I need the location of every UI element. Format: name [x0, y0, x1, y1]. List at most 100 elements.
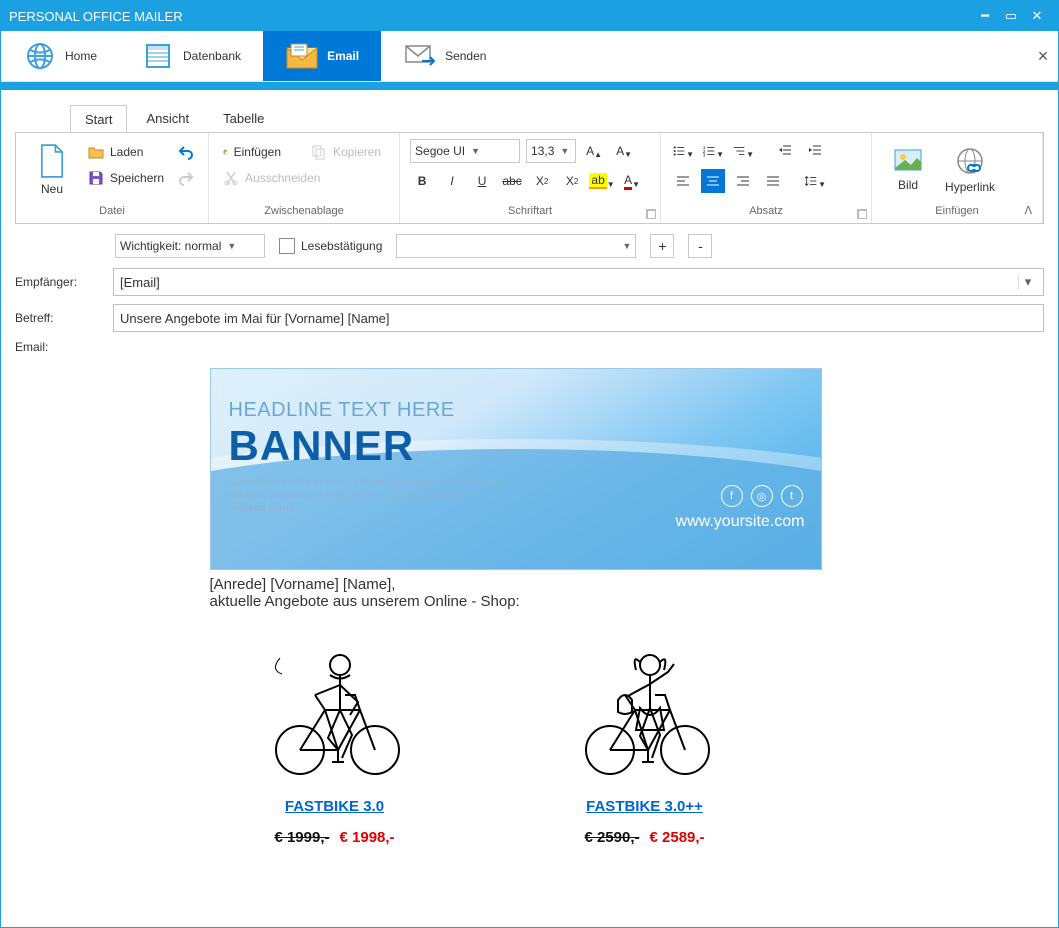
tab-start[interactable]: Start: [70, 105, 127, 133]
hyperlink-button[interactable]: Hyperlink: [944, 139, 996, 201]
underline-button[interactable]: U: [470, 169, 494, 193]
menu-email[interactable]: Email: [263, 31, 381, 81]
italic-button[interactable]: I: [440, 169, 464, 193]
maximize-button[interactable]: ▭: [998, 8, 1024, 24]
ribbon-collapse-button[interactable]: ᐱ: [1024, 204, 1032, 217]
price-old: € 1999,-: [274, 829, 329, 846]
price-old: € 2590,-: [584, 829, 639, 846]
ribbon: Neu Laden Speichern Datei Einfügen: [15, 132, 1044, 224]
superscript-button[interactable]: X2: [560, 169, 584, 193]
send-mail-icon: [403, 39, 437, 73]
redo-button[interactable]: [174, 165, 198, 191]
kopieren-button[interactable]: Kopieren: [307, 139, 385, 165]
attachment-add-button[interactable]: +: [650, 234, 674, 258]
group-caption-datei: Datei: [26, 201, 198, 221]
email-body-editor[interactable]: HEADLINE TEXT HERE BANNER Lorem ipsum do…: [15, 358, 1044, 913]
twitter-icon: t: [781, 485, 803, 507]
outdent-button[interactable]: [773, 139, 797, 163]
group-caption-schriftart: Schriftart: [410, 201, 650, 221]
shrink-font-button[interactable]: A▼: [612, 139, 636, 163]
recipient-label: Empfänger:: [15, 275, 113, 289]
justify-button[interactable]: [761, 169, 785, 193]
folder-open-icon: [88, 144, 104, 160]
intro-text: aktuelle Angebote aus unserem Online - S…: [210, 593, 850, 610]
main-menu: Home Datenbank Email Senden ×: [1, 31, 1058, 82]
font-size-select[interactable]: 13,3▼: [526, 139, 576, 163]
titlebar: PERSONAL OFFICE MAILER ━ ▭ ✕: [1, 1, 1058, 31]
group-caption-einfuegen: Einfügen: [882, 201, 1032, 221]
tab-ansicht[interactable]: Ansicht: [131, 104, 204, 132]
tab-tabelle[interactable]: Tabelle: [208, 104, 279, 132]
price-new: € 1998,-: [340, 829, 395, 846]
menu-datenbank[interactable]: Datenbank: [119, 31, 263, 81]
bold-button[interactable]: B: [410, 169, 434, 193]
app-window: PERSONAL OFFICE MAILER ━ ▭ ✕ Home Datenb…: [0, 0, 1059, 928]
indent-button[interactable]: [803, 139, 827, 163]
accent-stripe: [1, 82, 1058, 90]
laden-button[interactable]: Laden: [84, 139, 168, 165]
product-link[interactable]: FASTBIKE 3.0: [285, 798, 384, 815]
align-right-button[interactable]: [731, 169, 755, 193]
indent-icon: [807, 143, 823, 159]
speichern-button[interactable]: Speichern: [84, 165, 168, 191]
close-button[interactable]: ✕: [1024, 8, 1050, 24]
save-icon: [88, 170, 104, 186]
menu-senden[interactable]: Senden: [381, 31, 508, 81]
multilevel-list-icon: [732, 143, 746, 159]
schriftart-dialog-launcher[interactable]: [646, 209, 656, 219]
number-list-icon: 123: [702, 143, 716, 159]
copy-icon: [311, 144, 327, 160]
align-center-button[interactable]: [701, 169, 725, 193]
attachment-remove-button[interactable]: -: [688, 234, 712, 258]
bild-button[interactable]: Bild: [882, 139, 934, 201]
attachment-select[interactable]: ▼: [396, 234, 636, 258]
multilevel-list-button[interactable]: ▼: [731, 139, 755, 163]
group-caption-absatz: Absatz: [671, 201, 861, 221]
read-receipt-checkbox[interactable]: Lesebstätigung: [279, 238, 382, 254]
banner-social-icons: f◎t: [721, 485, 803, 507]
grow-font-button[interactable]: A▲: [582, 139, 606, 163]
einfuegen-button[interactable]: Einfügen Kopieren: [219, 139, 389, 165]
highlight-button[interactable]: ab▼: [590, 169, 614, 193]
chevron-down-icon: ▼: [560, 146, 569, 156]
email-body-label: Email:: [15, 340, 113, 354]
chevron-down-icon[interactable]: ▾: [1018, 274, 1037, 290]
bike-female-icon: [520, 640, 770, 780]
bullet-list-button[interactable]: ▼: [671, 139, 695, 163]
hyperlink-icon: [955, 146, 985, 176]
undo-button[interactable]: [174, 139, 198, 165]
product-card: FASTBIKE 3.0++ € 2590,-€ 2589,-: [520, 640, 770, 846]
banner-title: BANNER: [229, 422, 509, 470]
paste-icon: [223, 144, 228, 160]
product-link[interactable]: FASTBIKE 3.0++: [586, 798, 703, 815]
recipient-field[interactable]: [Email]▾: [113, 268, 1044, 296]
table-icon: [141, 39, 175, 73]
product-card: FASTBIKE 3.0 € 1999,- € 1998,-: [210, 640, 460, 846]
line-spacing-icon: [804, 173, 818, 189]
align-left-button[interactable]: [671, 169, 695, 193]
options-row: Wichtigkeit: normal▼ Lesebstätigung ▼ + …: [15, 224, 1044, 264]
subject-field[interactable]: Unsere Angebote im Mai für [Vorname] [Na…: [113, 304, 1044, 332]
neu-button[interactable]: Neu: [26, 139, 78, 201]
bike-male-icon: [210, 640, 460, 780]
justify-icon: [765, 173, 781, 189]
new-file-icon: [38, 144, 66, 178]
line-spacing-button[interactable]: ▼: [803, 169, 827, 193]
font-color-button[interactable]: A▼: [620, 169, 644, 193]
number-list-button[interactable]: 123▼: [701, 139, 725, 163]
outdent-icon: [777, 143, 793, 159]
font-family-select[interactable]: Segoe UI▼: [410, 139, 520, 163]
strike-button[interactable]: abc: [500, 169, 524, 193]
instagram-icon: ◎: [751, 485, 773, 507]
absatz-dialog-launcher[interactable]: [857, 209, 867, 219]
menu-close-icon[interactable]: ×: [1028, 46, 1058, 67]
subscript-button[interactable]: X2: [530, 169, 554, 193]
subject-label: Betreff:: [15, 311, 113, 325]
ausschneiden-button[interactable]: Ausschneiden: [219, 165, 389, 191]
chevron-down-icon: ▼: [622, 241, 631, 251]
menu-home[interactable]: Home: [1, 31, 119, 81]
minimize-button[interactable]: ━: [972, 8, 998, 24]
importance-select[interactable]: Wichtigkeit: normal▼: [115, 234, 265, 258]
banner-subtext: Lorem ipsum dolor sit amet, consectetur …: [229, 476, 509, 515]
align-center-icon: [705, 173, 721, 189]
